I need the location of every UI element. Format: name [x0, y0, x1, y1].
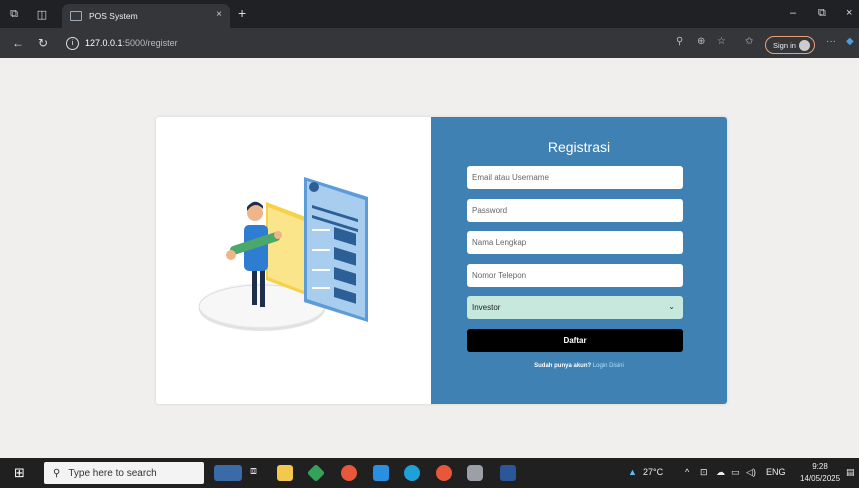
favorites-icon[interactable]: ✩	[745, 36, 753, 47]
copilot-icon[interactable]: ◆	[846, 36, 854, 47]
workspaces-icon[interactable]: ⧉	[0, 0, 28, 28]
clock[interactable]: 9:28 14/05/2025	[800, 461, 840, 485]
role-select-value: Investor	[472, 303, 501, 312]
url-host: 127.0.0.1	[85, 38, 123, 48]
key-icon[interactable]: ⚲	[676, 36, 683, 47]
task-view-icon[interactable]: ⧈	[250, 465, 266, 481]
email-input[interactable]: Email atau Username	[467, 166, 683, 189]
site-info-icon[interactable]: i	[66, 36, 79, 50]
taskbar-search-placeholder: Type here to search	[68, 467, 157, 479]
clock-time: 9:28	[812, 462, 828, 471]
full-name-input[interactable]: Nama Lengkap	[467, 231, 683, 254]
back-arrow-icon[interactable]: ←	[12, 36, 24, 50]
volume-icon[interactable]: ◁)	[746, 467, 756, 478]
more-menu-icon[interactable]: ···	[826, 36, 836, 47]
clock-date: 14/05/2025	[800, 474, 841, 483]
taskbar-search-box[interactable]: ⚲ Type here to search	[44, 462, 204, 484]
registration-panel: Registrasi Email atau Username Password …	[431, 117, 727, 404]
tab-actions-icon[interactable]: ◫	[28, 0, 56, 28]
url-path: :5000/register	[122, 38, 178, 48]
page-favicon-icon	[70, 11, 82, 21]
chrome-icon[interactable]	[341, 465, 357, 481]
tab-pos-system[interactable]: POS System ×	[62, 4, 230, 28]
sign-in-button[interactable]: Sign in	[765, 36, 815, 54]
refresh-icon[interactable]: ↻	[38, 36, 48, 50]
register-card: Registrasi Email atau Username Password …	[156, 117, 727, 404]
windows-start-icon[interactable]: ⊞	[14, 465, 25, 481]
cloud-icon[interactable]: ☁	[716, 467, 725, 478]
windows-taskbar: ⊞ ⚲ Type here to search ⧈ ▲ 27°C ^ ⊡ ☁ ▭…	[0, 458, 859, 488]
login-prompt-text: Sudah punya akun?	[534, 363, 592, 369]
restore-button[interactable]: ⧉	[818, 7, 826, 20]
phone-input[interactable]: Nomor Telepon	[467, 264, 683, 287]
url-field[interactable]: i 127.0.0.1:5000/register	[60, 32, 740, 54]
chevron-down-icon: ⌄	[668, 302, 675, 311]
tab-title: POS System	[89, 11, 138, 21]
address-bar-row: ← ↻ i 127.0.0.1:5000/register ⚲ ⊕ ☆ ✩ ··…	[0, 28, 859, 58]
language-indicator[interactable]: ENG	[766, 467, 786, 477]
login-prompt: Sudah punya akun? Login Disini	[431, 363, 727, 369]
weather-temp[interactable]: 27°C	[643, 467, 663, 477]
app-icon[interactable]	[306, 463, 326, 483]
search-icon: ⚲	[53, 467, 61, 479]
avatar-icon	[798, 39, 810, 51]
browser-title-bar: ⧉ ◫ POS System × + – ⧉ ×	[0, 0, 859, 28]
tab-close-icon[interactable]: ×	[216, 9, 222, 20]
tray-chevron-icon[interactable]: ^	[685, 467, 689, 477]
sign-in-label: Sign in	[773, 40, 796, 50]
register-button[interactable]: Daftar	[467, 329, 683, 352]
zoom-icon[interactable]: ⊕	[697, 36, 705, 47]
search-highlight-icon[interactable]	[214, 465, 242, 481]
weather-icon[interactable]: ▲	[628, 467, 637, 477]
chrome-profile-icon[interactable]	[436, 465, 452, 481]
new-tab-button[interactable]: +	[238, 5, 246, 21]
file-explorer-icon[interactable]	[277, 465, 293, 481]
edge-icon[interactable]	[404, 465, 420, 481]
vscode-icon[interactable]	[373, 465, 389, 481]
close-window-button[interactable]: ×	[846, 7, 852, 19]
database-icon[interactable]	[467, 465, 483, 481]
password-input[interactable]: Password	[467, 199, 683, 222]
favorite-star-icon[interactable]: ☆	[717, 36, 726, 47]
notification-icon[interactable]: ▤	[846, 467, 855, 478]
word-icon[interactable]	[500, 465, 516, 481]
illustration-graphic	[198, 177, 368, 331]
role-select[interactable]: Investor ⌄	[467, 296, 683, 319]
tray-app-icon[interactable]: ⊡	[700, 467, 708, 478]
register-title: Registrasi	[547, 139, 611, 155]
battery-icon[interactable]: ▭	[731, 467, 740, 478]
login-link[interactable]: Login Disini	[593, 363, 624, 369]
minimize-button[interactable]: –	[790, 7, 796, 19]
